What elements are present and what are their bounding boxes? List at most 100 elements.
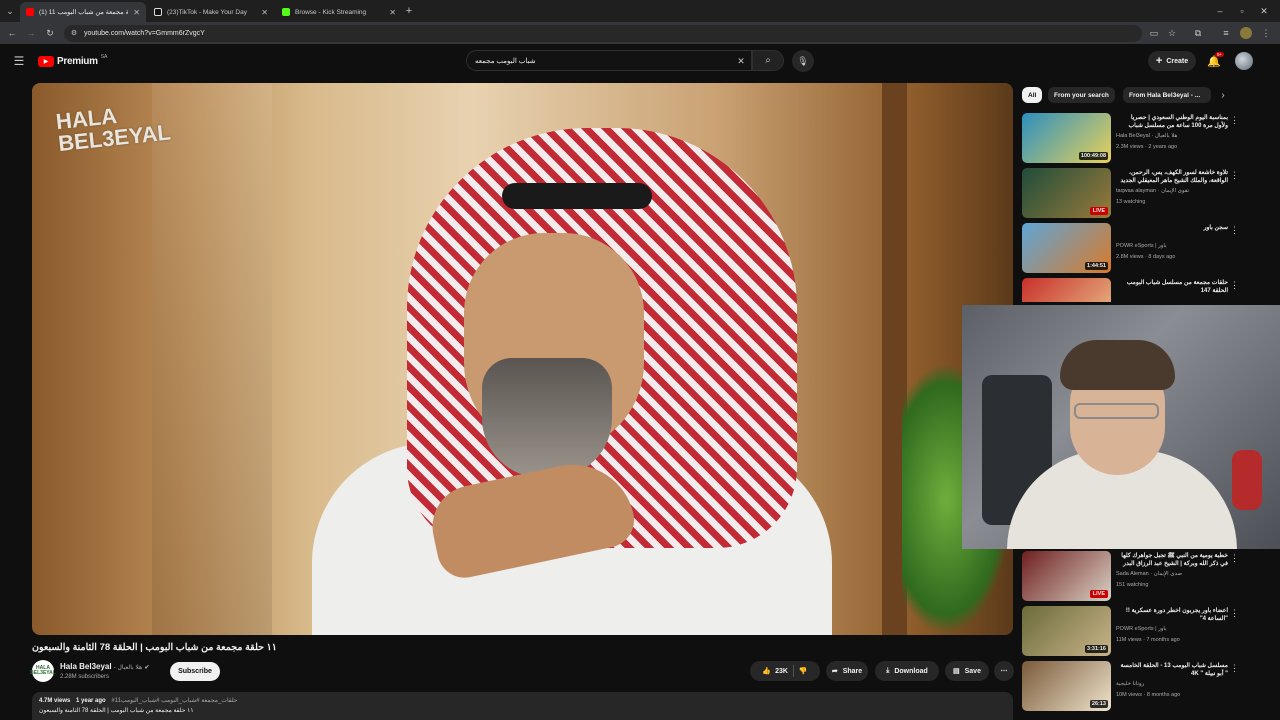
description-text: ١١ حلقة مجمعة من شباب البومب | الحلقة 78… [39,708,194,714]
recommendation-title[interactable]: مسلسل شباب البومب 13 - الحلقة الخامسة " … [1116,662,1228,678]
video-thumbnail[interactable]: 100:49:08 [1022,113,1111,163]
chip-from-channel[interactable]: From Hala Bel3eyal - ... [1123,87,1211,103]
like-count: 23K [775,667,788,675]
close-window-icon[interactable]: ✕ [1258,5,1270,17]
tab-tiktok[interactable]: (23)TikTok - Make Your Day ✕ [148,2,274,22]
recommendation-item[interactable]: LIVE خطبة يومية من النبي ﷺ تجبل جواهرك ك… [1022,551,1252,601]
tab-youtube[interactable]: (1) 11 حلقة مجمعة من شباب البومب ✕ [20,2,146,22]
recommendation-title[interactable]: اعضاء باور يجربون اخطر دورة عسكرية !! "ا… [1116,607,1228,623]
video-thumbnail[interactable]: 26:13 [1022,661,1111,711]
hamburger-menu-icon[interactable]: ☰ [12,54,26,68]
recommendation-channel[interactable]: Hala Bel3eyal · هلا بالعيال [1116,133,1236,139]
chevron-right-icon[interactable]: › [1216,89,1230,101]
maximize-icon[interactable]: ▫ [1236,5,1248,17]
recommendation-channel[interactable]: Sada Aleman · صدى الإيمان [1116,571,1236,577]
like-dislike-group: 👍 23K 👎 [750,661,820,681]
recommendation-item[interactable]: LIVE تلاوة خاشعة لسور الكهف، يس، الرحمن،… [1022,168,1252,218]
recommendation-title[interactable]: سجن باور [1116,224,1228,232]
close-tab-icon[interactable]: ✕ [389,8,396,17]
download-label: Download [894,667,928,675]
minimize-icon[interactable]: – [1214,5,1226,17]
plus-icon: + [1155,55,1163,67]
channel-name[interactable]: Hala Bel3eyal - هلا بالعيال ✔ [60,662,149,671]
logo-text: Premium [57,55,98,67]
more-horizontal-icon: ⋯ [1000,668,1008,675]
chip-all[interactable]: All [1022,87,1043,103]
video-title: ١١ حلقة مجمعة من شباب البومب | الحلقة 78… [32,642,277,653]
more-actions-button[interactable]: ⋯ [994,661,1014,681]
recommendation-title[interactable]: بمناسبة اليوم الوطني السعودي | حصرياً ول… [1116,114,1228,130]
subscriber-count: 2.28M subscribers [60,674,110,680]
recommendation-title[interactable]: خطبة يومية من النبي ﷺ تجبل جواهرك كلها ف… [1116,552,1228,568]
bookmark-star-icon[interactable]: ☆ [1166,27,1178,39]
more-vertical-icon[interactable]: ⋮ [1230,608,1239,619]
more-vertical-icon[interactable]: ⋮ [1230,663,1239,674]
download-icon: ⤓ [886,667,890,674]
video-player[interactable] [32,83,1013,635]
save-label: Save [964,667,981,675]
download-button[interactable]: ⤓ Download [875,661,939,681]
extensions-icon[interactable]: ⧉ [1192,27,1204,39]
browser-menu-icon[interactable]: ⋮ [1260,27,1272,39]
close-tab-icon[interactable]: ✕ [133,8,140,17]
channel-avatar[interactable]: HALA BEL3EYAL [30,660,56,682]
duration-badge: 100:49:08 [1078,152,1108,160]
search-icon: ⌕ [765,55,771,66]
recommendation-item[interactable]: حلقات مجمعة من مسلسل شباب البومب الحلقة … [1022,278,1252,302]
profile-avatar[interactable] [1240,27,1252,39]
forward-icon[interactable]: → [25,27,37,39]
recommendation-item[interactable]: 26:13 مسلسل شباب البومب 13 - الحلقة الخا… [1022,661,1252,711]
cast-icon[interactable]: ▭ [1148,27,1160,39]
channel-name-arabic: هلا بالعيال [117,665,143,671]
like-button[interactable]: 👍 23K [762,667,788,676]
recommendation-item[interactable]: 100:49:08 بمناسبة اليوم الوطني السعودي |… [1022,113,1252,163]
more-vertical-icon[interactable]: ⋮ [1230,553,1239,564]
chip-from-your-search[interactable]: From your search [1048,87,1115,103]
recommendation-channel[interactable]: POWR eSports | باور [1116,243,1236,249]
video-thumbnail[interactable]: LIVE [1022,551,1111,601]
video-thumbnail[interactable] [1022,278,1111,302]
recommendation-channel[interactable]: POWR eSports | باور [1116,626,1236,632]
voice-search-button[interactable]: 🎙 [792,50,814,72]
video-thumbnail[interactable]: 1:44:51 [1022,223,1111,273]
search-input[interactable]: شباب البومب مجمعه ✕ [466,50,752,71]
media-icon[interactable]: ≡ [1220,27,1232,39]
hashtags[interactable]: #حلقات_مجمعة #شباب_البومب #شباب_البومب11 [111,698,237,704]
verified-badge-icon: ✔ [144,665,150,671]
back-icon[interactable]: ← [6,27,18,39]
description-box[interactable]: 4.7M views 1 year ago #حلقات_مجمعة #شباب… [32,692,1013,720]
new-tab-icon[interactable]: + [403,5,415,17]
recommendation-channel[interactable]: taqwaa alayman · تقوى الإيمان [1116,188,1236,194]
recommendation-item[interactable]: 3:31:16 اعضاء باور يجربون اخطر دورة عسكر… [1022,606,1252,656]
save-button[interactable]: ▤ Save [945,661,989,681]
search-button[interactable]: ⌕ [752,50,784,71]
close-tab-icon[interactable]: ✕ [261,8,268,17]
reload-icon[interactable]: ↻ [44,27,56,39]
youtube-logo[interactable]: ▶ Premium SA [38,54,107,68]
site-info-icon[interactable]: ⚙ [69,28,79,38]
recommendation-item[interactable]: 1:44:51 سجن باور POWR eSports | باور 2.8… [1022,223,1252,273]
more-vertical-icon[interactable]: ⋮ [1230,115,1239,126]
tab-kick[interactable]: Browse - Kick Streaming ✕ [276,2,402,22]
clear-search-icon[interactable]: ✕ [735,55,747,67]
share-label: Share [842,667,863,675]
create-button[interactable]: + Create [1148,51,1196,71]
account-avatar[interactable] [1235,52,1253,70]
video-thumbnail[interactable]: 3:31:16 [1022,606,1111,656]
recommendation-title[interactable]: تلاوة خاشعة لسور الكهف، يس، الرحمن، الوا… [1116,169,1229,185]
share-button[interactable]: ➦ Share [826,661,868,681]
url-text: youtube.com/watch?v=Gmmm6rZvgcY [84,30,205,37]
video-thumbnail[interactable]: LIVE [1022,168,1111,218]
more-vertical-icon[interactable]: ⋮ [1230,170,1239,181]
more-vertical-icon[interactable]: ⋮ [1230,225,1239,236]
background-wall-panel [152,83,272,635]
dislike-button[interactable]: 👎 [799,667,808,675]
more-vertical-icon[interactable]: ⋮ [1230,280,1239,291]
recommendation-channel[interactable]: روتانا خليجية [1116,681,1236,687]
address-bar[interactable]: ⚙ youtube.com/watch?v=Gmmm6rZvgcY [64,25,1142,42]
recommendation-title[interactable]: حلقات مجمعة من مسلسل شباب البومب الحلقة … [1116,279,1228,295]
subscribe-button[interactable]: Subscribe [170,662,220,681]
tab-label: (1) 11 حلقة مجمعة من شباب البومب [39,9,129,16]
search-query: شباب البومب مجمعه [475,57,536,65]
tab-search-icon[interactable]: ⌄ [4,5,16,17]
